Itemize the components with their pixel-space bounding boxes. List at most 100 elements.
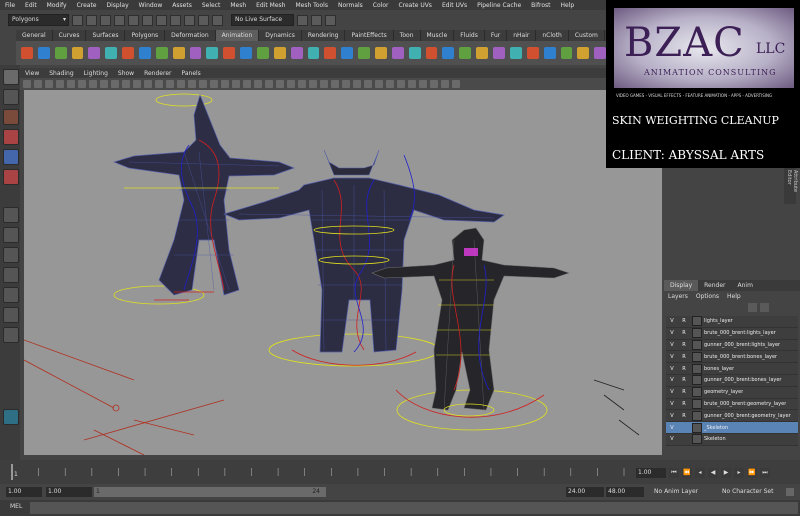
menu-item-mesh-tools[interactable]: Mesh Tools [290,2,332,9]
render-settings-icon[interactable] [325,14,336,26]
panel-toolbar-icon[interactable] [133,80,141,88]
redo-icon[interactable] [128,14,139,26]
layer-tab-display[interactable]: Display [664,280,699,291]
shelf-tool-icon[interactable] [307,47,320,59]
menu-item-edit-mesh[interactable]: Edit Mesh [251,2,290,9]
shelf-tab-general[interactable]: General [16,30,53,41]
shelf-tab-dynamics[interactable]: Dynamics [259,30,302,41]
layout-four-icon[interactable] [3,227,19,243]
layout-graph-icon[interactable] [3,287,19,303]
undo-icon[interactable] [114,14,125,26]
shelf-tab-curves[interactable]: Curves [53,30,87,41]
shelf-tool-icon[interactable] [139,47,151,59]
panel-toolbar-icon[interactable] [34,80,42,88]
shelf-tool-icon[interactable] [594,47,607,59]
menu-item-bifrost[interactable]: Bifrost [526,2,555,9]
layer-row[interactable]: V Rgeometry_layer [666,387,798,399]
perspective-viewport[interactable] [24,90,662,455]
shelf-tool-icon[interactable] [459,47,472,59]
shelf-tab-nhair[interactable]: nHair [507,30,537,41]
shelf-tool-icon[interactable] [172,47,185,59]
layer-row[interactable]: V Rbrute_000_brent:lights_layer [666,328,798,340]
shelf-tool-icon[interactable] [442,47,455,59]
menu-item-help[interactable]: Help [556,2,580,9]
panel-toolbar-icon[interactable] [144,80,152,88]
layer-color-swatch[interactable] [692,363,702,374]
layer-reference-toggle[interactable]: R [678,354,690,360]
shelf-tab-ncloth[interactable]: nCloth [536,30,569,41]
panel-toolbar-icon[interactable] [353,80,361,88]
layer-reference-toggle[interactable]: R [678,330,690,336]
layer-tab-render[interactable]: Render [698,280,731,291]
panel-toolbar-icon[interactable] [441,80,449,88]
shelf-tool-icon[interactable] [223,47,236,59]
snap-point-icon[interactable] [212,14,223,26]
layer-reference-toggle[interactable]: R [678,342,690,348]
layout-persp-graph-icon[interactable] [3,307,19,323]
panel-toolbar-icon[interactable] [298,80,306,88]
panel-toolbar-icon[interactable] [342,80,350,88]
panel-toolbar-icon[interactable] [419,80,427,88]
panel-toolbar-icon[interactable] [111,80,119,88]
step-back-frame-icon[interactable]: ◂ [695,468,705,478]
ipr-render-icon[interactable] [311,14,322,26]
layer-color-swatch[interactable] [692,316,702,327]
panel-toolbar-icon[interactable] [188,80,196,88]
panel-toolbar-icon[interactable] [386,80,394,88]
attribute-editor-tab[interactable]: Attribute Editor [784,168,798,204]
anim-layer-selector[interactable]: No Anim Layer [652,487,710,497]
layout-hypergraph-icon[interactable] [3,327,19,343]
panel-toolbar-icon[interactable] [320,80,328,88]
select-by-hierarchy-icon[interactable] [142,14,153,26]
paint-select-tool-icon[interactable] [3,109,19,125]
layer-color-swatch[interactable] [692,434,702,445]
panel-toolbar-icon[interactable] [221,80,229,88]
snap-grid-icon[interactable] [184,14,195,26]
panel-toolbar-icon[interactable] [89,80,97,88]
shelf-tool-icon[interactable] [509,47,522,59]
shelf-tool-icon[interactable] [206,47,219,59]
shelf-tool-icon[interactable] [122,47,135,59]
menu-item-normals[interactable]: Normals [333,2,368,9]
layer-visibility-toggle[interactable]: V [666,436,678,442]
panel-toolbar-icon[interactable] [309,80,317,88]
shelf-tool-icon[interactable] [257,47,269,59]
shelf-tool-icon[interactable] [88,47,101,59]
open-scene-icon[interactable] [86,14,97,26]
panel-toolbar-icon[interactable] [265,80,273,88]
panel-menu-show[interactable]: Show [113,70,139,77]
menu-item-edit[interactable]: Edit [20,2,42,9]
panel-toolbar-icon[interactable] [397,80,405,88]
move-tool-icon[interactable] [3,129,19,145]
panel-toolbar-icon[interactable] [276,80,284,88]
rotate-tool-icon[interactable] [3,149,19,165]
new-layer-from-selection-icon[interactable] [760,303,769,312]
shelf-tab-rendering[interactable]: Rendering [302,30,346,41]
layer-reference-toggle[interactable]: R [678,377,690,383]
menu-item-color[interactable]: Color [368,2,394,9]
shelf-tool-icon[interactable] [324,47,337,59]
panel-toolbar-icon[interactable] [100,80,108,88]
shelf-tool-icon[interactable] [54,47,67,59]
layer-reference-toggle[interactable]: R [678,318,690,324]
shelf-tool-icon[interactable] [273,47,286,59]
layer-row[interactable]: V Rbrute_000_brent:bones_layer [666,351,798,364]
panel-menu-panels[interactable]: Panels [176,70,205,77]
select-tool-icon[interactable] [3,69,19,85]
shelf-tool-icon[interactable] [71,47,84,59]
menu-item-create-uvs[interactable]: Create UVs [393,2,436,9]
shelf-tool-icon[interactable] [21,47,33,59]
panel-menu-view[interactable]: View [20,70,44,77]
new-scene-icon[interactable] [72,14,83,26]
panel-toolbar-icon[interactable] [408,80,416,88]
layer-visibility-toggle[interactable]: V [666,354,678,360]
layer-row[interactable]: V Skeleton [666,434,798,446]
panel-toolbar-icon[interactable] [45,80,53,88]
layer-row[interactable]: V _Skeleton [666,422,798,434]
lasso-tool-icon[interactable] [3,89,19,105]
shelf-tool-icon[interactable] [341,47,354,59]
layer-visibility-toggle[interactable]: V [666,318,678,324]
shelf-tool-icon[interactable] [408,47,421,59]
shelf-tab-animation[interactable]: Animation [215,30,260,41]
step-forward-key-icon[interactable]: ⏩ [747,468,757,478]
